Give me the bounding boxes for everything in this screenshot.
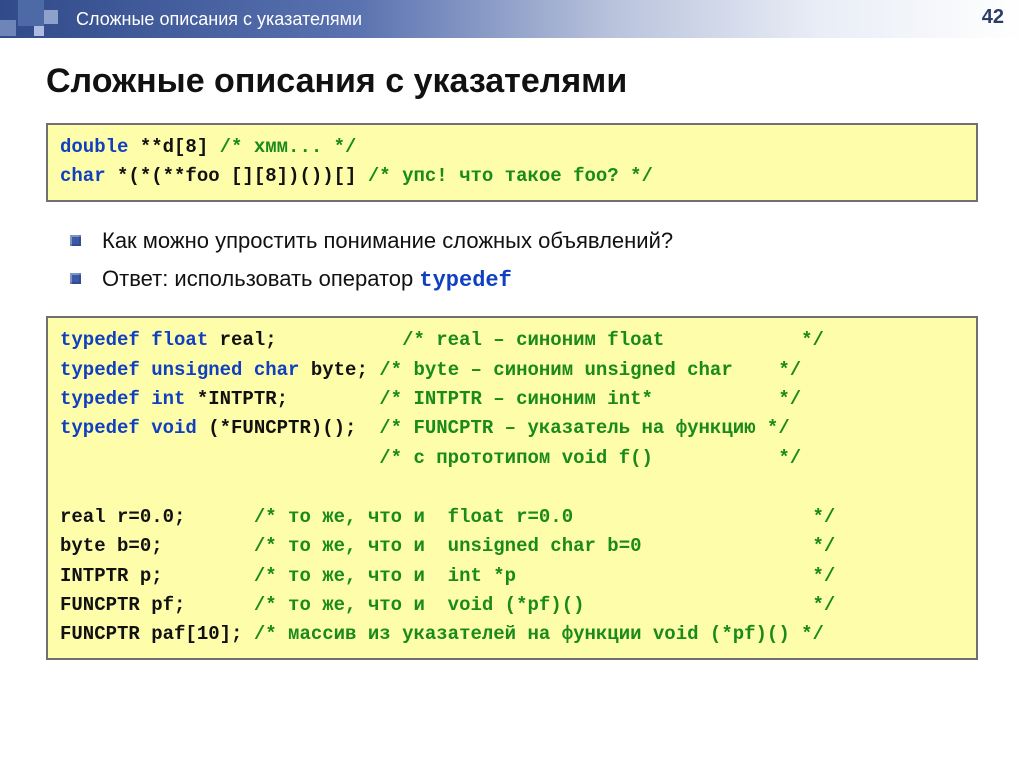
code-keyword: typedef int	[60, 388, 185, 410]
code-keyword: typedef void	[60, 417, 197, 439]
code-comment: /* упс! что такое foo? */	[368, 165, 653, 187]
code-text: **d[8]	[128, 136, 219, 158]
code-comment: /* FUNCPTR – указатель на функцию */	[379, 417, 789, 439]
code-block-1: double **d[8] /* хмм... */ char *(*(**fo…	[46, 123, 978, 202]
code-comment: /* то же, что и int *p */	[254, 565, 836, 587]
code-comment: /* INTPTR – синоним int* */	[379, 388, 801, 410]
bullet-text: Ответ: использовать оператор	[102, 266, 419, 291]
code-text: (*FUNCPTR)();	[197, 417, 379, 439]
header-logo-icon	[0, 0, 62, 38]
code-blank	[60, 476, 71, 498]
code-text: FUNCPTR paf[10];	[60, 623, 254, 645]
code-keyword: typedef unsigned char	[60, 359, 299, 381]
code-comment: /* массив из указателей на функции void …	[254, 623, 824, 645]
page-number: 42	[982, 6, 1004, 29]
slide-body: Сложные описания с указателями double **…	[0, 38, 1024, 660]
bullet-text: Как можно упростить понимание сложных об…	[102, 228, 673, 253]
list-item: Как можно упростить понимание сложных об…	[70, 224, 978, 258]
code-comment: /* с прототипом void f() */	[379, 447, 801, 469]
code-text: byte;	[299, 359, 379, 381]
code-keyword: double	[60, 136, 128, 158]
code-text: INTPTR p;	[60, 565, 254, 587]
bullet-list: Как можно упростить понимание сложных об…	[70, 224, 978, 298]
page-title: Сложные описания с указателями	[46, 62, 978, 101]
code-comment: /* хмм... */	[220, 136, 357, 158]
code-comment: /* то же, что и void (*pf)() */	[254, 594, 836, 616]
code-text: *(*(**foo [][8])())[]	[106, 165, 368, 187]
header-bar: Сложные описания с указателями 42	[0, 0, 1024, 38]
code-block-2: typedef float real; /* real – синоним fl…	[46, 316, 978, 660]
inline-code: typedef	[419, 268, 511, 293]
code-keyword: char	[60, 165, 106, 187]
code-text: *INTPTR;	[185, 388, 379, 410]
code-text: real;	[208, 329, 402, 351]
code-comment: /* byte – синоним unsigned char */	[379, 359, 801, 381]
code-comment: /* то же, что и unsigned char b=0 */	[254, 535, 836, 557]
code-text: byte b=0;	[60, 535, 254, 557]
code-comment: /* то же, что и float r=0.0 */	[254, 506, 836, 528]
code-text	[60, 447, 379, 469]
breadcrumb: Сложные описания с указателями	[76, 9, 362, 30]
list-item: Ответ: использовать оператор typedef	[70, 262, 978, 298]
code-keyword: typedef float	[60, 329, 208, 351]
code-text: FUNCPTR pf;	[60, 594, 254, 616]
code-text: real r=0.0;	[60, 506, 254, 528]
code-comment: /* real – синоним float */	[402, 329, 824, 351]
